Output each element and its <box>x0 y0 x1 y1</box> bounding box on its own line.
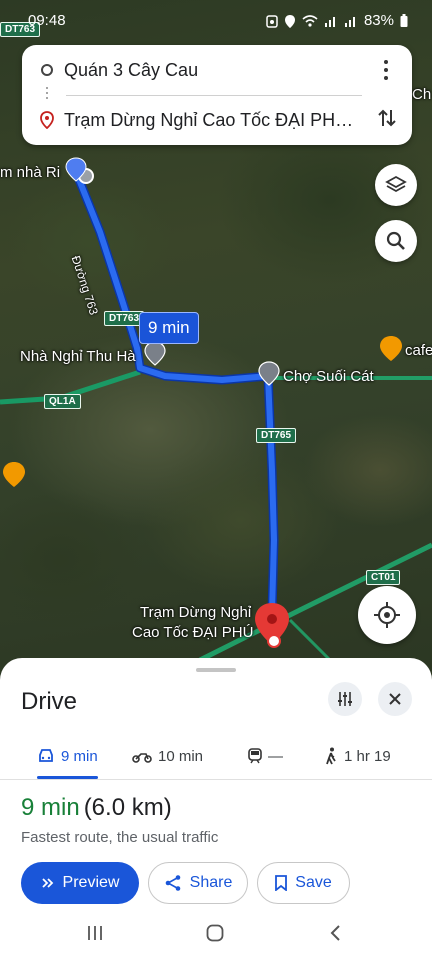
origin-circle-icon <box>41 64 53 76</box>
walk-icon <box>326 747 336 765</box>
search-icon <box>386 231 405 250</box>
battery-level: 83% <box>363 12 394 29</box>
route-distance: (6.0 km) <box>83 794 172 821</box>
motorbike-icon <box>132 753 152 763</box>
swap-directions-icon[interactable] <box>376 107 398 129</box>
tab-motorbike[interactable]: 10 min <box>132 734 203 778</box>
bookmark-icon <box>275 875 288 891</box>
tab-transit[interactable]: — <box>248 734 283 778</box>
road-shield-ql1a: QL1A <box>44 394 81 409</box>
map-label-dest-line1: Trạm Dừng Nghỉ <box>140 604 252 621</box>
car-icon <box>39 749 53 762</box>
my-location-button[interactable] <box>358 586 416 644</box>
destination-dot <box>267 634 281 648</box>
status-bar: 09:48 83% <box>0 8 432 36</box>
system-nav-bar <box>0 910 432 960</box>
route-options-button[interactable] <box>328 682 362 716</box>
share-button[interactable]: Share <box>148 862 248 904</box>
map-label-dest-line2: Cao Tốc ĐẠI PHÚ <box>132 624 254 641</box>
tab-walk[interactable]: 1 hr 19 <box>324 734 391 778</box>
location-icon <box>284 14 295 28</box>
origin-field[interactable]: Quán 3 Cây Cau <box>64 60 360 81</box>
crosshair-icon <box>374 602 400 628</box>
route-time-bubble[interactable]: 9 min <box>139 312 199 344</box>
train-icon <box>248 748 262 764</box>
home-icon[interactable] <box>206 924 224 942</box>
map-label-cafe: cafe <box>405 342 432 359</box>
wifi-icon <box>302 14 318 27</box>
sheet-drag-handle[interactable] <box>196 668 236 672</box>
route-description: Fastest route, the usual traffic <box>21 829 219 846</box>
route-duration: 9 min <box>21 794 80 821</box>
signal-icon <box>324 16 335 27</box>
layers-icon <box>385 175 407 193</box>
notification-icon <box>266 14 278 28</box>
route-summary: 9 min (6.0 km) <box>21 794 172 822</box>
map-label-nha-ri: m nhà Ri <box>0 164 61 181</box>
status-time: 09:48 <box>28 12 66 29</box>
search-along-route-button[interactable] <box>375 220 417 262</box>
destination-field[interactable]: Trạm Dừng Nghỉ Cao Tốc ĐẠI PHÚ,... <box>64 110 360 131</box>
more-options-icon[interactable] <box>378 60 394 80</box>
layers-button[interactable] <box>375 164 417 206</box>
tab-drive[interactable]: 9 min <box>37 734 98 778</box>
market-pin[interactable] <box>258 361 280 386</box>
destination-pin-icon <box>40 111 54 129</box>
cafe-pin[interactable] <box>380 336 402 361</box>
close-button[interactable] <box>378 682 412 716</box>
battery-icon <box>400 13 408 27</box>
map-label-cho-suoi-cat: Chợ Suối Cát <box>283 368 374 385</box>
route-outline <box>71 167 279 617</box>
road-shield-dt763: DT763 <box>104 311 145 326</box>
recent-apps-icon[interactable] <box>86 924 104 942</box>
save-button[interactable]: Save <box>257 862 350 904</box>
preview-button[interactable]: Preview <box>21 862 139 904</box>
travel-mode-tabs: 9 min 10 min — 1 hr 19 <box>0 734 432 780</box>
signal-icon-2 <box>344 16 355 27</box>
route-search-card: Quán 3 Cây Cau Trạm Dừng Nghỉ Cao Tốc ĐẠ… <box>22 45 412 145</box>
back-icon[interactable] <box>328 924 344 942</box>
road-shield-ct01: CT01 <box>366 570 401 585</box>
map-label-nha-nghi: Nhà Nghỉ Thu Hà <box>20 348 136 365</box>
share-icon <box>165 875 180 891</box>
sheet-title: Drive <box>21 688 78 715</box>
tune-icon <box>338 692 352 706</box>
lodging-pin[interactable] <box>144 341 166 366</box>
destination-row[interactable]: Trạm Dừng Nghỉ Cao Tốc ĐẠI PHÚ,... <box>22 100 412 140</box>
double-chevron-icon <box>41 878 53 888</box>
origin-row[interactable]: Quán 3 Cây Cau <box>22 50 412 90</box>
active-tab-indicator <box>37 776 98 779</box>
map-label-edge: Ch <box>412 86 432 103</box>
close-icon <box>389 693 401 705</box>
cafe-pin-left[interactable] <box>3 462 25 487</box>
road-shield-dt765: DT765 <box>256 428 297 443</box>
